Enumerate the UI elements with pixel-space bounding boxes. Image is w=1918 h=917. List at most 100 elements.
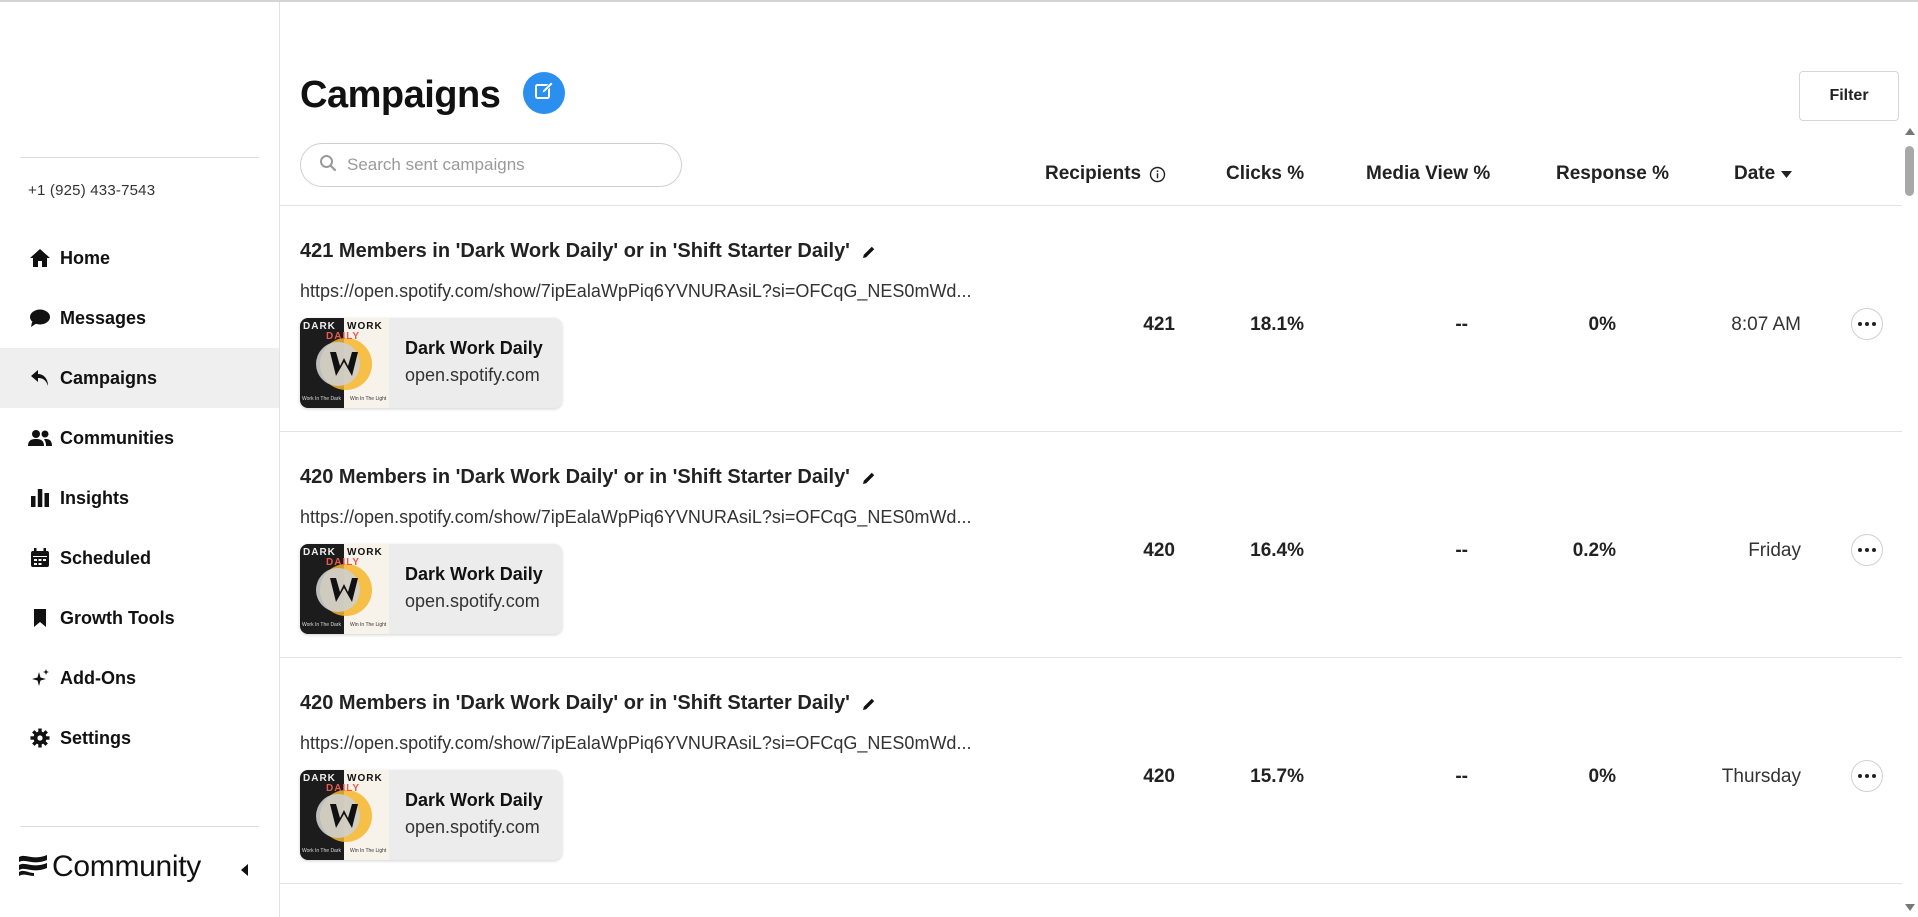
more-dot <box>1872 322 1876 326</box>
more-dot <box>1865 322 1869 326</box>
sidebar-item-campaigns[interactable]: Campaigns <box>0 348 279 408</box>
column-header-response[interactable]: Response % <box>1556 163 1669 185</box>
collapse-sidebar-button[interactable] <box>236 863 252 882</box>
sidebar-item-communities[interactable]: Communities <box>0 408 279 468</box>
campaign-row[interactable]: 420 Members in 'Dark Work Daily' or in '… <box>280 432 1902 658</box>
sidebar-item-label: Growth Tools <box>60 607 175 628</box>
svg-text:Work In The Dark: Work In The Dark <box>302 848 341 854</box>
edit-pencil-icon[interactable] <box>862 245 876 259</box>
sidebar-item-growth-tools[interactable]: Growth Tools <box>0 588 279 648</box>
sidebar-item-label: Communities <box>60 427 175 448</box>
bar-chart-icon <box>28 486 52 510</box>
link-preview-title: Dark Work Daily <box>405 790 543 810</box>
svg-text:Win In The Light: Win In The Light <box>350 396 387 402</box>
date-value: Thursday <box>1721 766 1801 787</box>
more-dot <box>1858 548 1862 552</box>
column-header-label: Recipients <box>1045 163 1142 184</box>
sidebar-item-settings[interactable]: Settings <box>0 708 279 768</box>
campaign-url[interactable]: https://open.spotify.com/show/7ipEalaWpP… <box>300 281 971 302</box>
sidebar-nav: Home Messages Campaigns Communities Insi… <box>0 228 279 768</box>
more-options-button[interactable] <box>1851 534 1883 566</box>
podcast-thumbnail: DARK WORK DAILY Work In The Dark Win In The … <box>300 544 389 634</box>
podcast-thumbnail: DARK WORK DAILY Work In The Dark Win In The … <box>300 770 389 860</box>
link-preview-card[interactable]: DARK WORK DAILY Work In The Dark Win In The … <box>300 544 562 634</box>
brand-logo: Community <box>18 850 201 884</box>
link-preview-title: Dark Work Daily <box>405 564 543 584</box>
column-header-clicks[interactable]: Clicks % <box>1226 163 1304 185</box>
response-value: 0% <box>1588 766 1616 787</box>
svg-text:DAILY: DAILY <box>326 331 360 342</box>
date-value: 8:07 AM <box>1731 314 1801 335</box>
calendar-icon <box>28 546 52 570</box>
response-value: 0.2% <box>1572 540 1616 561</box>
column-header-recipients[interactable]: Recipients <box>1045 163 1166 185</box>
search-box[interactable] <box>300 143 682 187</box>
more-options-button[interactable] <box>1851 308 1883 340</box>
scroll-up-arrow-icon[interactable] <box>1905 128 1915 135</box>
scrollbar-thumb[interactable] <box>1905 146 1914 196</box>
campaign-row[interactable]: 420 Members in 'Dark Work Daily' or in '… <box>280 658 1902 884</box>
svg-text:Win In The Light: Win In The Light <box>350 848 387 854</box>
main-content: Campaigns Filter Recipients Clicks % Med… <box>280 2 1918 917</box>
scroll-down-arrow-icon[interactable] <box>1905 904 1915 911</box>
clicks-value: 16.4% <box>1250 540 1304 561</box>
sparkle-icon <box>28 666 52 690</box>
link-preview-meta: Dark Work Daily open.spotify.com <box>389 318 543 408</box>
sidebar-item-label: Home <box>60 247 111 268</box>
info-icon[interactable] <box>1149 166 1166 183</box>
search-icon <box>319 154 337 177</box>
sidebar-item-add-ons[interactable]: Add-Ons <box>0 648 279 708</box>
sidebar-item-label: Settings <box>60 727 132 748</box>
sidebar-item-messages[interactable]: Messages <box>0 288 279 348</box>
link-preview-card[interactable]: DARK WORK DAILY Work In The Dark Win In The … <box>300 318 562 408</box>
campaign-title: 421 Members in 'Dark Work Daily' or in '… <box>300 240 876 263</box>
sidebar-item-label: Scheduled <box>60 547 152 568</box>
more-dot <box>1858 322 1862 326</box>
search-input[interactable] <box>347 155 667 175</box>
new-campaign-button[interactable] <box>523 72 565 114</box>
campaign-row[interactable]: 421 Members in 'Dark Work Daily' or in '… <box>280 206 1902 432</box>
sidebar-item-insights[interactable]: Insights <box>0 468 279 528</box>
filter-button[interactable]: Filter <box>1799 71 1899 121</box>
recipients-value: 420 <box>1143 540 1175 561</box>
campaign-url[interactable]: https://open.spotify.com/show/7ipEalaWpP… <box>300 507 971 528</box>
media-view-value: -- <box>1455 314 1468 335</box>
sidebar-item-home[interactable]: Home <box>0 228 279 288</box>
account-phone-number: +1 (925) 433-7543 <box>28 182 156 199</box>
sidebar-item-scheduled[interactable]: Scheduled <box>0 528 279 588</box>
column-header-date[interactable]: Date <box>1734 163 1793 185</box>
more-options-button[interactable] <box>1851 760 1883 792</box>
clicks-value: 18.1% <box>1250 314 1304 335</box>
link-preview-card[interactable]: DARK WORK DAILY Work In The Dark Win In The … <box>300 770 562 860</box>
compose-icon <box>534 80 554 106</box>
campaign-title-text: 420 Members in 'Dark Work Daily' or in '… <box>300 692 850 714</box>
media-view-value: -- <box>1455 540 1468 561</box>
campaign-title: 420 Members in 'Dark Work Daily' or in '… <box>300 466 876 489</box>
vertical-scrollbar[interactable] <box>1902 122 1918 917</box>
edit-pencil-icon[interactable] <box>862 697 876 711</box>
bookmark-icon <box>28 606 52 630</box>
link-preview-domain: open.spotify.com <box>405 365 540 385</box>
people-icon <box>28 426 52 450</box>
home-icon <box>28 246 52 270</box>
more-dot <box>1872 774 1876 778</box>
svg-text:Win In The Light: Win In The Light <box>350 622 387 628</box>
campaign-url[interactable]: https://open.spotify.com/show/7ipEalaWpP… <box>300 733 971 754</box>
more-dot <box>1858 774 1862 778</box>
sidebar-item-label: Add-Ons <box>60 667 136 688</box>
gear-icon <box>28 726 52 750</box>
column-header-media-view[interactable]: Media View % <box>1366 163 1490 185</box>
sort-descending-icon <box>1781 170 1793 178</box>
page-title: Campaigns <box>300 74 501 116</box>
chat-bubble-icon <box>28 306 52 330</box>
sidebar-item-label: Campaigns <box>60 367 158 388</box>
sidebar-item-label: Insights <box>60 487 130 508</box>
svg-text:Work In The Dark: Work In The Dark <box>302 396 341 402</box>
caret-left-icon <box>239 863 249 882</box>
more-dot <box>1865 774 1869 778</box>
sidebar-divider <box>20 826 259 827</box>
svg-text:Work In The Dark: Work In The Dark <box>302 622 341 628</box>
edit-pencil-icon[interactable] <box>862 471 876 485</box>
media-view-value: -- <box>1455 766 1468 787</box>
link-preview-domain: open.spotify.com <box>405 817 540 837</box>
